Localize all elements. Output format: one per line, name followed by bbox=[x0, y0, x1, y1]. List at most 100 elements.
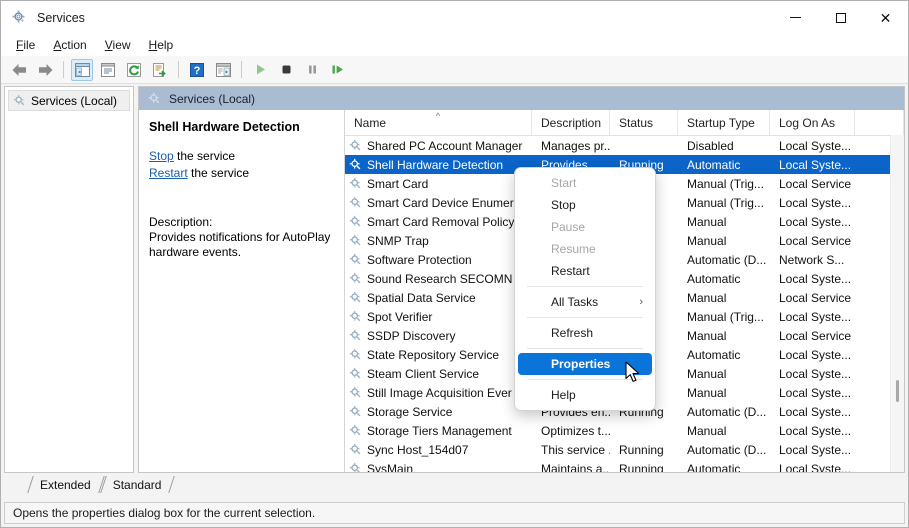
menu-bar: File Action View Help bbox=[1, 34, 908, 56]
cell-logon: Local Syste... bbox=[779, 309, 852, 324]
tree-item-services-local[interactable]: Services (Local) bbox=[8, 90, 130, 111]
table-row[interactable]: SysMain Maintains a... Running Automatic Loc… bbox=[345, 459, 904, 472]
service-gear-icon bbox=[349, 253, 361, 265]
cell-name: State Repository Service bbox=[345, 348, 532, 362]
menu-view[interactable]: View bbox=[96, 36, 140, 54]
context-menu-item-properties[interactable]: Properties bbox=[518, 353, 652, 375]
tab-extended-label: Extended bbox=[40, 477, 91, 492]
column-header-description-label: Description bbox=[541, 115, 602, 130]
column-header-name[interactable]: ^ Name bbox=[345, 110, 532, 135]
cell-logon: Local Service bbox=[779, 328, 852, 343]
service-name-label: Spot Verifier bbox=[367, 309, 433, 324]
service-name-label: Steam Client Service bbox=[367, 366, 480, 381]
submenu-chevron-right-icon: › bbox=[639, 296, 643, 308]
cell-name: Sound Research SECOMN S bbox=[345, 272, 532, 286]
menu-action[interactable]: Action bbox=[44, 36, 95, 54]
toolbar-separator bbox=[63, 61, 64, 78]
stop-service-link[interactable]: Stop bbox=[149, 149, 174, 163]
services-window: Services ✕ File Action View Help ? Servi… bbox=[0, 0, 909, 528]
service-detail-panel: Shell Hardware Detection Stop the servic… bbox=[139, 110, 344, 472]
refresh-icon[interactable] bbox=[123, 59, 145, 81]
pause-service-icon[interactable] bbox=[301, 59, 323, 81]
column-header-description[interactable]: Description bbox=[532, 110, 610, 135]
table-row[interactable]: Sync Host_154d07 This service ... Running A… bbox=[345, 440, 904, 459]
column-header-startup-type-label: Startup Type bbox=[687, 115, 755, 130]
service-name-label: Software Protection bbox=[367, 252, 472, 267]
service-name-label: SysMain bbox=[367, 461, 414, 473]
cell-startup: Automatic bbox=[687, 157, 741, 172]
sort-ascending-icon: ^ bbox=[435, 111, 441, 121]
restart-service-link[interactable]: Restart bbox=[149, 166, 188, 180]
context-menu-item-all-tasks[interactable]: All Tasks › bbox=[518, 291, 652, 313]
tab-standard[interactable]: Standard bbox=[101, 476, 172, 493]
cell-startup: Manual bbox=[687, 366, 727, 381]
title-bar: Services ✕ bbox=[1, 1, 908, 34]
selected-service-name: Shell Hardware Detection bbox=[149, 120, 300, 134]
context-menu-item-stop[interactable]: Stop bbox=[518, 194, 652, 216]
cell-logon: Local Service bbox=[779, 176, 852, 191]
cell-name: Spot Verifier bbox=[345, 310, 532, 324]
cell-name: SSDP Discovery bbox=[345, 329, 532, 343]
table-row[interactable]: Shared PC Account Manager Manages pr... Di… bbox=[345, 136, 904, 155]
maximize-button[interactable] bbox=[818, 1, 863, 34]
minimize-button[interactable] bbox=[773, 1, 818, 34]
context-menu-item-label: All Tasks bbox=[551, 295, 599, 309]
show-hide-console-tree-icon[interactable] bbox=[71, 58, 93, 81]
list-vertical-scrollbar[interactable] bbox=[890, 135, 904, 472]
services-gear-icon bbox=[13, 94, 25, 106]
cell-startup: Automatic (D... bbox=[687, 442, 767, 457]
service-name-label: Smart Card bbox=[367, 176, 429, 191]
cell-logon: Network S... bbox=[779, 252, 845, 267]
table-row[interactable]: Storage Tiers Management Optimizes t... Ma… bbox=[345, 421, 904, 440]
cell-startup: Automatic bbox=[687, 461, 741, 473]
cell-startup: Automatic bbox=[687, 347, 741, 362]
show-action-pane-icon[interactable] bbox=[212, 59, 234, 81]
service-name-label: Sound Research SECOMN S bbox=[367, 271, 524, 286]
service-name-label: Still Image Acquisition Ever bbox=[367, 385, 512, 400]
cell-description: Manages pr... bbox=[541, 138, 610, 153]
start-service-icon[interactable] bbox=[249, 59, 271, 81]
service-gear-icon bbox=[349, 462, 361, 472]
context-menu-item-label: Refresh bbox=[551, 326, 594, 340]
cell-logon: Local Syste... bbox=[779, 214, 852, 229]
context-menu-item-label: Restart bbox=[551, 264, 590, 278]
cell-description: Maintains a... bbox=[541, 461, 610, 473]
column-header-filler bbox=[855, 110, 904, 135]
stop-service-icon[interactable] bbox=[275, 59, 297, 81]
context-menu-item-label: Pause bbox=[551, 220, 586, 234]
cell-description: Optimizes t... bbox=[541, 423, 610, 438]
cell-name: SysMain bbox=[345, 461, 532, 473]
column-header-status-label: Status bbox=[619, 115, 654, 130]
service-gear-icon bbox=[349, 272, 361, 284]
window-controls: ✕ bbox=[773, 1, 908, 34]
close-button[interactable]: ✕ bbox=[863, 1, 908, 34]
stop-service-line: Stop the service bbox=[149, 148, 334, 165]
scrollbar-thumb[interactable] bbox=[896, 380, 899, 402]
column-header-log-on-as[interactable]: Log On As bbox=[770, 110, 855, 135]
column-header-startup-type[interactable]: Startup Type bbox=[678, 110, 770, 135]
forward-icon[interactable] bbox=[34, 59, 56, 81]
column-header-status[interactable]: Status bbox=[610, 110, 678, 135]
properties-icon[interactable] bbox=[97, 59, 119, 81]
list-header: ^ Name Description Status Startup Type L… bbox=[345, 110, 904, 136]
toolbar: ? bbox=[1, 56, 908, 84]
cell-logon: Local Syste... bbox=[779, 195, 852, 210]
service-gear-icon bbox=[349, 348, 361, 360]
service-gear-icon bbox=[349, 158, 361, 170]
context-menu-item-help[interactable]: Help bbox=[518, 384, 652, 406]
context-menu-item-restart[interactable]: Restart bbox=[518, 260, 652, 282]
export-list-icon[interactable] bbox=[149, 59, 171, 81]
service-name-label: Spatial Data Service bbox=[367, 290, 476, 305]
service-name-label: Shared PC Account Manager bbox=[367, 138, 523, 153]
help-icon[interactable]: ? bbox=[186, 59, 208, 81]
tab-extended[interactable]: Extended bbox=[28, 476, 101, 493]
workspace: Services (Local) Services (Local) Shell … bbox=[4, 86, 905, 493]
service-gear-icon bbox=[349, 234, 361, 246]
description-label: Description: bbox=[149, 215, 213, 229]
menu-help[interactable]: Help bbox=[140, 36, 183, 54]
menu-file[interactable]: File bbox=[7, 36, 44, 54]
context-menu-item-refresh[interactable]: Refresh bbox=[518, 322, 652, 344]
back-icon[interactable] bbox=[8, 59, 30, 81]
status-bar: Opens the properties dialog box for the … bbox=[4, 502, 905, 524]
restart-service-icon[interactable] bbox=[327, 59, 349, 81]
